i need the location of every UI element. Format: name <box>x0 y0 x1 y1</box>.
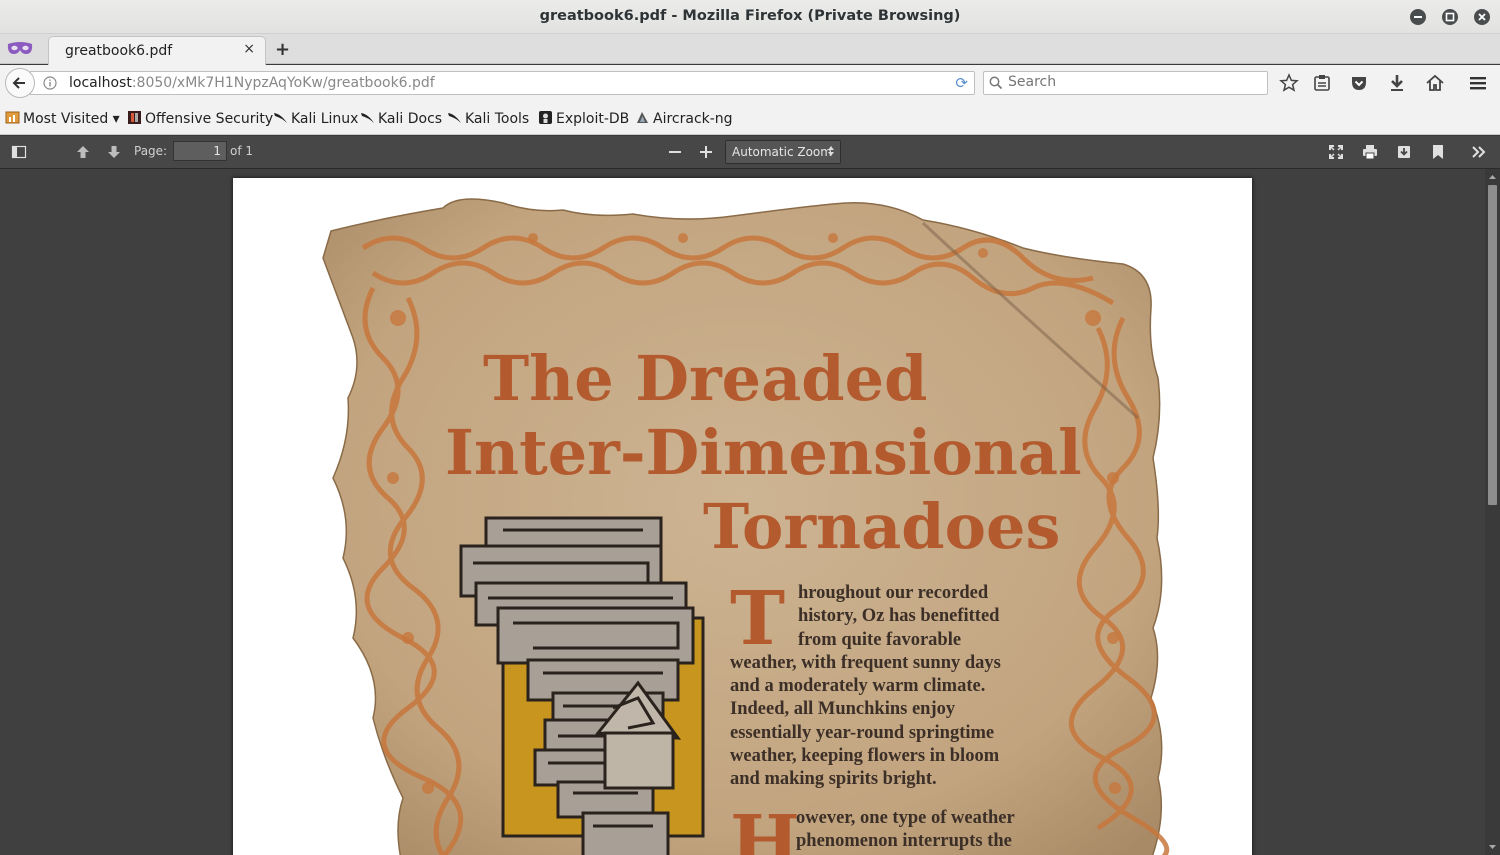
chevron-updown-icon <box>827 145 835 160</box>
scroll-thumb[interactable] <box>1488 185 1497 505</box>
pdf-viewer[interactable]: The Dreaded Inter-Dimensional Tornadoes <box>0 169 1485 855</box>
window-title: greatbook6.pdf - Mozilla Firefox (Privat… <box>539 8 961 24</box>
download-icon[interactable] <box>1396 144 1412 160</box>
scroll-down-icon[interactable] <box>1485 841 1500 853</box>
bookmark-kali-tools[interactable]: Kali Tools <box>447 110 529 129</box>
page-number-input[interactable] <box>173 141 227 161</box>
bookmark-label: Most Visited ▾ <box>23 111 120 127</box>
url-text: localhost:8050/xMk7H1NypzAqYoKw/greatboo… <box>69 75 435 91</box>
page-count: of 1 <box>230 144 254 158</box>
doc-line: and a moderately warm climate. <box>730 676 986 697</box>
tab-greatbook6[interactable]: greatbook6.pdf × <box>48 36 266 65</box>
zoom-select[interactable]: Automatic Zoom <box>725 140 841 164</box>
print-icon[interactable] <box>1362 144 1378 160</box>
search-bar[interactable] <box>983 71 1268 95</box>
bookmark-label: Kali Docs <box>378 111 443 127</box>
bookmark-kali-linux[interactable]: Kali Linux <box>273 110 358 129</box>
exploitdb-icon <box>538 110 553 129</box>
zoom-out-icon[interactable] <box>667 144 683 160</box>
bookmark-label: Kali Tools <box>465 111 530 127</box>
close-window-button[interactable] <box>1474 9 1490 25</box>
navigation-bar: localhost:8050/xMk7H1NypzAqYoKw/greatboo… <box>0 65 1500 101</box>
sidebar-toggle-icon[interactable] <box>11 144 27 160</box>
doc-line: weather, keeping flowers in bloom <box>730 746 1000 767</box>
back-button[interactable] <box>5 68 35 98</box>
doc-line: phenomenon interrupts the <box>796 831 1012 852</box>
aircrack-icon <box>635 110 650 129</box>
doc-paragraph-2: owever, one type of weather phenomenon i… <box>796 807 1046 854</box>
bookmark-most-visited[interactable]: Most Visited ▾ <box>5 110 120 129</box>
tab-close-icon[interactable]: × <box>243 41 255 57</box>
tab-strip: greatbook6.pdf × + <box>0 34 1500 65</box>
bookmark-aircrack-ng[interactable]: Aircrack-ng <box>635 110 733 129</box>
page-label: Page: <box>134 144 168 158</box>
url-host: localhost <box>69 75 132 91</box>
presentation-mode-icon[interactable] <box>1328 144 1344 160</box>
search-input[interactable] <box>1008 74 1258 90</box>
doc-line: owever, one type of weather <box>796 808 1015 828</box>
private-browsing-mask-icon <box>6 40 34 62</box>
minimize-button[interactable] <box>1410 9 1426 25</box>
doc-paragraph-1: hroughout our recorded history, Oz has b… <box>730 582 1030 792</box>
tools-chevron-icon[interactable] <box>1471 144 1487 160</box>
doc-line: from quite favorable <box>798 629 962 650</box>
scroll-up-icon[interactable] <box>1485 171 1500 183</box>
next-page-icon[interactable] <box>106 144 122 160</box>
url-bar[interactable]: localhost:8050/xMk7H1NypzAqYoKw/greatboo… <box>30 71 975 95</box>
info-icon[interactable] <box>43 76 57 94</box>
kali-icon <box>273 110 288 129</box>
home-icon[interactable] <box>1425 73 1447 95</box>
doc-line: and making spirits bright. <box>730 769 937 790</box>
search-icon <box>989 76 1003 94</box>
bookmark-label: Exploit-DB <box>556 111 630 127</box>
bookmark-exploit-db[interactable]: Exploit-DB <box>538 110 629 129</box>
doc-line: Indeed, all Munchkins enjoy <box>730 699 956 720</box>
menu-hamburger-icon[interactable] <box>1468 73 1490 95</box>
bookmark-offensive-security[interactable]: Offensive Security <box>127 110 273 129</box>
doc-line: hroughout our recorded <box>798 583 989 603</box>
bookmarks-toolbar: Most Visited ▾ Offensive Security Kali L… <box>0 101 1500 135</box>
pdf-toolbar: Page: of 1 Automatic Zoom <box>0 136 1500 169</box>
bookmark-star-icon[interactable] <box>1279 73 1301 95</box>
bookmark-kali-docs[interactable]: Kali Docs <box>360 110 442 129</box>
url-path: :8050/xMk7H1NypzAqYoKw/greatbook6.pdf <box>131 75 435 91</box>
bookmark-icon[interactable] <box>1430 144 1446 160</box>
reload-icon[interactable]: ⟳ <box>955 74 968 92</box>
previous-page-icon[interactable] <box>75 144 91 160</box>
offsec-icon <box>127 110 142 129</box>
pocket-icon[interactable] <box>1349 73 1371 95</box>
tab-label: greatbook6.pdf <box>65 43 173 59</box>
kali-icon <box>447 110 462 129</box>
maximize-button[interactable] <box>1442 9 1458 25</box>
kali-icon <box>360 110 375 129</box>
doc-line: essentially year-round springtime <box>730 722 995 743</box>
drop-cap-2: H <box>730 800 800 855</box>
zoom-in-icon[interactable] <box>698 144 714 160</box>
zoom-value: Automatic Zoom <box>732 145 832 159</box>
doc-line: weather, with frequent sunny days <box>730 652 1001 673</box>
doc-title-line2: Inter-Dimensional <box>445 416 1082 489</box>
bookmark-label: Aircrack-ng <box>653 111 733 127</box>
downloads-icon[interactable] <box>1387 73 1409 95</box>
reading-list-icon[interactable] <box>1312 73 1334 95</box>
bookmark-label: Kali Linux <box>291 111 359 127</box>
window-titlebar: greatbook6.pdf - Mozilla Firefox (Privat… <box>0 0 1500 34</box>
most-visited-icon <box>5 110 20 129</box>
pdf-page: The Dreaded Inter-Dimensional Tornadoes <box>233 178 1252 855</box>
doc-title-line3: Tornadoes <box>703 490 1060 563</box>
vertical-scrollbar[interactable] <box>1485 169 1500 855</box>
new-tab-button[interactable]: + <box>275 39 290 60</box>
doc-title-line1: The Dreaded <box>483 342 927 415</box>
bookmark-label: Offensive Security <box>145 111 274 127</box>
doc-line: history, Oz has benefitted <box>798 606 1000 627</box>
